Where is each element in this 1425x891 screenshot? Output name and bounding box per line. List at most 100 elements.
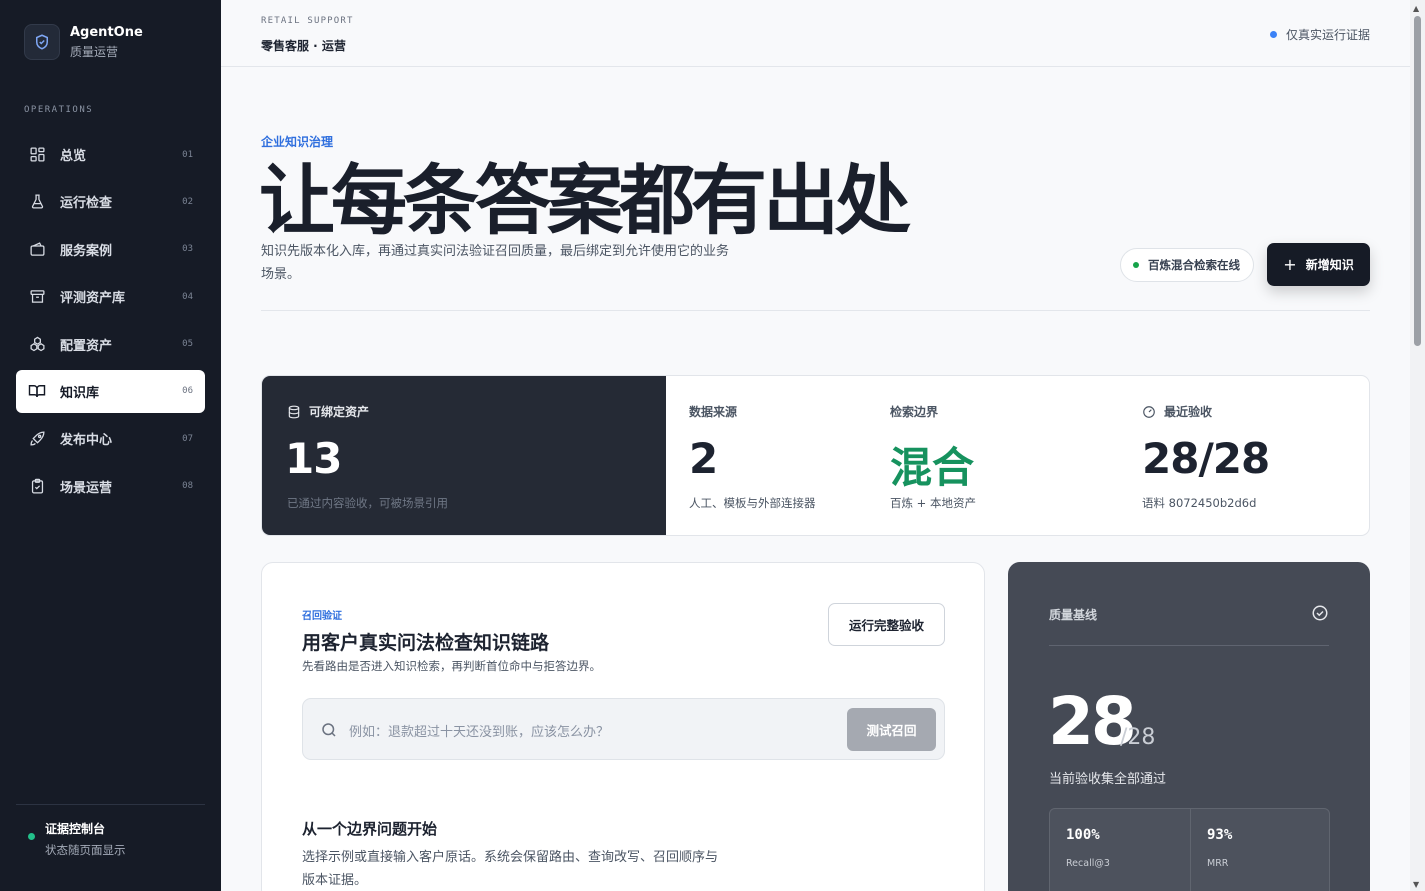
empty-state-description: 选择示例或直接输入客户原话。系统会保留路由、查询改写、召回顺序与版本证据。 <box>302 850 719 888</box>
sidebar-item-label: 总览 <box>60 149 87 164</box>
sidebar-item-overview[interactable]: 总览 01 <box>16 133 205 176</box>
evidence-console-title: 证据控制台 <box>45 822 106 836</box>
flask-icon <box>28 193 46 211</box>
evidence-console[interactable]: 证据控制台 状态随页面显示 <box>28 820 126 858</box>
page-scrollbar[interactable]: ▲ ▼ <box>1410 0 1425 891</box>
book-icon <box>28 382 46 400</box>
plus-icon: + <box>1283 255 1297 274</box>
sidebar-item-eval-assets[interactable]: 评测资产库 04 <box>16 275 205 318</box>
sidebar-item-number: 05 <box>182 339 193 350</box>
quality-metrics-grid: 100% Recall@3 93% MRR <box>1049 808 1330 891</box>
sidebar-item-label: 评测资产库 <box>60 291 126 307</box>
stat-label: 检索边界 <box>890 405 939 419</box>
shield-check-icon <box>24 24 60 60</box>
card-kicker: 召回验证 <box>302 611 342 622</box>
add-knowledge-label: 新增知识 <box>1305 258 1354 272</box>
sidebar-item-label: 运行检查 <box>60 196 113 212</box>
wallet-icon <box>28 240 46 258</box>
brand-subtitle: 质量运营 <box>70 44 119 59</box>
search-input[interactable]: 例如：退款超过十天还没到账，应该怎么办？ <box>349 721 609 740</box>
sidebar-item-number: 07 <box>182 433 193 444</box>
status-dot-icon <box>1269 31 1277 38</box>
evidence-mode-status[interactable]: 仅真实运行证据 <box>1269 26 1370 43</box>
recall-verification-card: 召回验证 用客户真实问法检查知识链路 先看路由是否进入知识检索，再判断首位命中与… <box>261 562 985 891</box>
metric-value: 93% <box>1207 827 1233 843</box>
stat-sub: 已通过内容验收，可被场景引用 <box>287 496 448 510</box>
sidebar-item-release-center[interactable]: 发布中心 07 <box>16 417 205 460</box>
status-dot-icon <box>28 833 35 840</box>
card-subtitle: 先看路由是否进入知识检索，再判断首位命中与拒答边界。 <box>302 659 601 673</box>
hero-description: 知识先版本化入库，再通过真实问法验证召回质量，最后绑定到允许使用它的业务场景。 <box>261 244 730 282</box>
card-title: 用客户真实问法检查知识链路 <box>302 632 550 654</box>
stat-sub: 人工、模板与外部连接器 <box>689 496 816 510</box>
stat-sub: 语料 8072450b2d6d <box>1142 496 1257 510</box>
stat-value: 混合 <box>890 443 975 492</box>
sidebar-item-config-assets[interactable]: 配置资产 05 <box>16 323 205 366</box>
recall-search-bar: 例如：退款超过十天还没到账，应该怎么办？ 测试召回 <box>302 698 945 760</box>
sidebar-item-label: 服务案例 <box>60 243 113 259</box>
sidebar-item-number: 08 <box>182 481 193 492</box>
gauge-icon <box>1142 405 1156 419</box>
sidebar-item-label: 场景运营 <box>60 480 113 496</box>
sidebar-item-service-cases[interactable]: 服务案例 03 <box>16 228 205 271</box>
sidebar-item-scene-ops[interactable]: 场景运营 08 <box>16 465 205 508</box>
database-icon <box>287 405 301 419</box>
grid-icon <box>28 146 46 164</box>
metric-label: Recall@3 <box>1066 858 1110 869</box>
evidence-console-subtitle: 状态随页面显示 <box>45 843 126 857</box>
stat-label: 可绑定资产 <box>309 405 370 419</box>
sidebar-item-label: 发布中心 <box>60 433 113 449</box>
topbar-kicker: RETAIL SUPPORT <box>261 16 354 26</box>
stats-strip: 可绑定资产 13 已通过内容验收，可被场景引用 数据来源 2 人工、模板与外部连… <box>261 375 1370 536</box>
nav-section-label: OPERATIONS <box>24 105 94 115</box>
stat-bindable-assets: 可绑定资产 13 已通过内容验收，可被场景引用 <box>262 376 666 535</box>
quality-total-count: /28 <box>1120 725 1156 750</box>
quality-divider <box>1049 645 1329 646</box>
stat-label: 数据来源 <box>689 405 738 419</box>
clipboard-check-icon <box>28 477 46 495</box>
quality-baseline-panel: 质量基线 28 /28 当前验收集全部通过 100% Recall@3 93% … <box>1008 562 1370 891</box>
sidebar-item-number: 03 <box>182 244 193 255</box>
sidebar-item-knowledge-base[interactable]: 知识库 06 <box>16 369 205 413</box>
stat-value: 2 <box>689 434 718 483</box>
brand[interactable]: AgentOne 质量运营 <box>24 24 143 60</box>
sidebar-item-number: 04 <box>182 291 193 302</box>
sidebar-item-number: 02 <box>182 196 193 207</box>
sidebar-item-label: 配置资产 <box>60 338 113 354</box>
test-recall-button[interactable]: 测试召回 <box>847 708 936 751</box>
cubes-icon <box>28 335 46 353</box>
page-title: 让每条答案都有出处 <box>259 156 911 245</box>
brand-name: AgentOne <box>70 24 143 40</box>
scroll-down-icon[interactable]: ▼ <box>1413 880 1419 889</box>
status-dot-icon <box>1133 262 1139 268</box>
hero-kicker: 企业知识治理 <box>261 135 334 149</box>
quality-title: 质量基线 <box>1049 608 1098 622</box>
archive-icon <box>28 288 46 306</box>
add-knowledge-button[interactable]: + 新增知识 <box>1267 243 1370 286</box>
topbar-title: 零售客服 · 运营 <box>261 39 346 53</box>
sidebar-item-run-check[interactable]: 运行检查 02 <box>16 180 205 223</box>
topbar: RETAIL SUPPORT 零售客服 · 运营 仅真实运行证据 <box>221 0 1410 67</box>
retrieval-status-badge[interactable]: 百炼混合检索在线 <box>1120 248 1254 282</box>
metric-value: 100% <box>1066 827 1100 843</box>
stat-label: 最近验收 <box>1164 405 1213 419</box>
scrollbar-thumb[interactable] <box>1414 16 1421 346</box>
empty-state-title: 从一个边界问题开始 <box>302 820 438 838</box>
scroll-up-icon[interactable]: ▲ <box>1413 4 1419 13</box>
check-circle-icon <box>1311 604 1329 626</box>
stat-value: 13 <box>285 434 342 483</box>
run-full-acceptance-button[interactable]: 运行完整验收 <box>828 603 945 646</box>
sidebar-item-label: 知识库 <box>60 385 100 401</box>
stat-sub: 百炼 + 本地资产 <box>890 496 976 510</box>
sidebar-nav: 总览 01 运行检查 02 服务案例 03 评测资产库 04 配置资产 05 知… <box>16 133 205 512</box>
rocket-icon <box>28 430 46 448</box>
evidence-mode-label: 仅真实运行证据 <box>1285 28 1370 42</box>
metric-mrr: 93% MRR <box>1190 809 1330 891</box>
quality-summary: 当前验收集全部通过 <box>1049 772 1167 787</box>
hero-divider <box>261 310 1370 311</box>
metric-recall: 100% Recall@3 <box>1050 809 1190 891</box>
search-icon <box>320 721 338 743</box>
retrieval-status-label: 百炼混合检索在线 <box>1148 258 1240 272</box>
sidebar: AgentOne 质量运营 OPERATIONS 总览 01 运行检查 02 服… <box>0 0 221 891</box>
sidebar-item-number: 01 <box>182 149 193 160</box>
